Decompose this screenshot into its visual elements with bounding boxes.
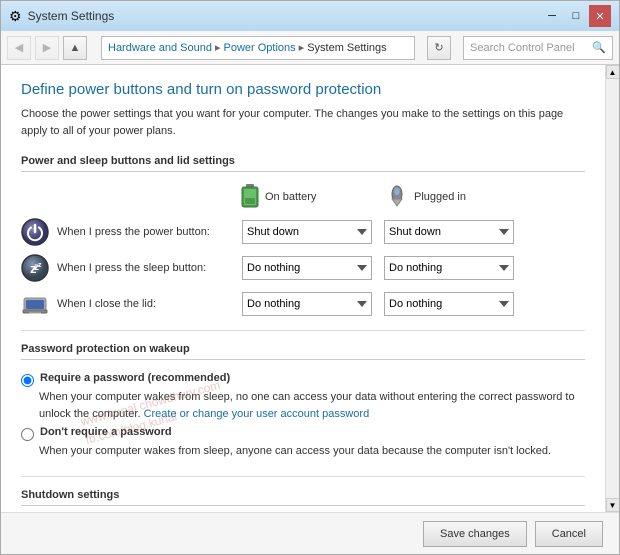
no-password-radio[interactable] <box>21 428 34 441</box>
password-section: Require a password (recommended) When yo… <box>21 372 585 460</box>
scroll-up[interactable]: ▲ <box>606 65 620 79</box>
divider2 <box>21 476 585 477</box>
maximize-button[interactable]: □ <box>565 5 587 27</box>
lid-battery-select[interactable]: Do nothing Shut down Sleep Hibernate <box>242 292 372 316</box>
require-password-item: Require a password (recommended) <box>21 372 585 387</box>
address-bar: ◀ ▶ ▲ Hardware and Sound ▸ Power Options… <box>1 31 619 65</box>
create-password-link[interactable]: Create or change your user account passw… <box>144 408 370 420</box>
title-bar: ⚙ System Settings ─ □ ✕ <box>1 1 619 31</box>
svg-text:z: z <box>38 262 42 269</box>
power-button-row: When I press the power button: Shut down… <box>21 218 585 246</box>
sleep-plugged-select[interactable]: Do nothing Shut down Sleep Hibernate <box>384 256 514 280</box>
power-button-icon <box>21 218 49 246</box>
plugged-column-header: Plugged in <box>386 184 531 210</box>
no-password-item: Don't require a password <box>21 426 585 441</box>
scroll-track[interactable] <box>606 79 619 498</box>
lid-plugged-select[interactable]: Do nothing Shut down Sleep Hibernate <box>384 292 514 316</box>
page-heading: Define power buttons and turn on passwor… <box>21 81 585 98</box>
power-table-header: On battery Plugged in <box>21 184 585 210</box>
no-password-desc: When your computer wakes from sleep, any… <box>39 443 585 460</box>
battery-icon <box>241 184 259 210</box>
window-icon: ⚙ <box>9 8 22 25</box>
divider1 <box>21 330 585 331</box>
power-plugged-select[interactable]: Shut down Do nothing Sleep Hibernate Tur… <box>384 220 514 244</box>
up-button[interactable]: ▲ <box>63 36 87 60</box>
window-controls: ─ □ ✕ <box>541 5 611 27</box>
require-password-label: Require a password (recommended) <box>40 372 230 384</box>
save-changes-button[interactable]: Save changes <box>423 521 527 547</box>
battery-col-label: On battery <box>265 191 316 203</box>
search-placeholder: Search Control Panel <box>470 42 575 54</box>
lid-icon <box>21 290 49 318</box>
refresh-button[interactable]: ↻ <box>427 36 451 60</box>
sleep-button-row: z z z When I press the sleep button: Do … <box>21 254 585 282</box>
breadcrumb-hardware[interactable]: Hardware and Sound <box>108 42 212 54</box>
footer: Save changes Cancel <box>1 512 619 554</box>
shutdown-section-title: Shutdown settings <box>21 489 585 506</box>
sleep-battery-select[interactable]: Do nothing Shut down Sleep Hibernate <box>242 256 372 280</box>
cancel-button[interactable]: Cancel <box>535 521 603 547</box>
scrollbar[interactable]: ▲ ▼ <box>605 65 619 512</box>
breadcrumb-current: System Settings <box>307 42 386 54</box>
lid-label: When I close the lid: <box>57 298 242 310</box>
power-button-label: When I press the power button: <box>57 226 242 238</box>
back-button[interactable]: ◀ <box>7 36 31 60</box>
require-password-radio[interactable] <box>21 374 34 387</box>
window-title: System Settings <box>28 9 115 23</box>
require-password-desc: When your computer wakes from sleep, no … <box>39 389 585 422</box>
scroll-down[interactable]: ▼ <box>606 498 620 512</box>
breadcrumb-power[interactable]: Power Options <box>224 42 296 54</box>
plugged-icon <box>386 184 408 210</box>
plugged-col-label: Plugged in <box>414 191 466 203</box>
minimize-button[interactable]: ─ <box>541 5 563 27</box>
power-battery-select[interactable]: Shut down Do nothing Sleep Hibernate Tur… <box>242 220 372 244</box>
search-icon: 🔍 <box>592 41 606 54</box>
breadcrumb-sep2: ▸ <box>299 41 305 54</box>
battery-column-header: On battery <box>241 184 386 210</box>
content-panel: Define power buttons and turn on passwor… <box>1 65 605 512</box>
power-sleep-section-title: Power and sleep buttons and lid settings <box>21 155 585 172</box>
no-password-label: Don't require a password <box>40 426 172 438</box>
main-content: Define power buttons and turn on passwor… <box>1 65 619 512</box>
password-section-title: Password protection on wakeup <box>21 343 585 360</box>
lid-row: When I close the lid: Do nothing Shut do… <box>21 290 585 318</box>
page-description: Choose the power settings that you want … <box>21 106 585 139</box>
breadcrumb-sep1: ▸ <box>215 41 221 54</box>
breadcrumb: Hardware and Sound ▸ Power Options ▸ Sys… <box>101 36 415 60</box>
forward-button[interactable]: ▶ <box>35 36 59 60</box>
close-button[interactable]: ✕ <box>589 5 611 27</box>
search-bar[interactable]: Search Control Panel 🔍 <box>463 36 613 60</box>
sleep-button-icon: z z z <box>21 254 49 282</box>
sleep-button-label: When I press the sleep button: <box>57 262 242 274</box>
